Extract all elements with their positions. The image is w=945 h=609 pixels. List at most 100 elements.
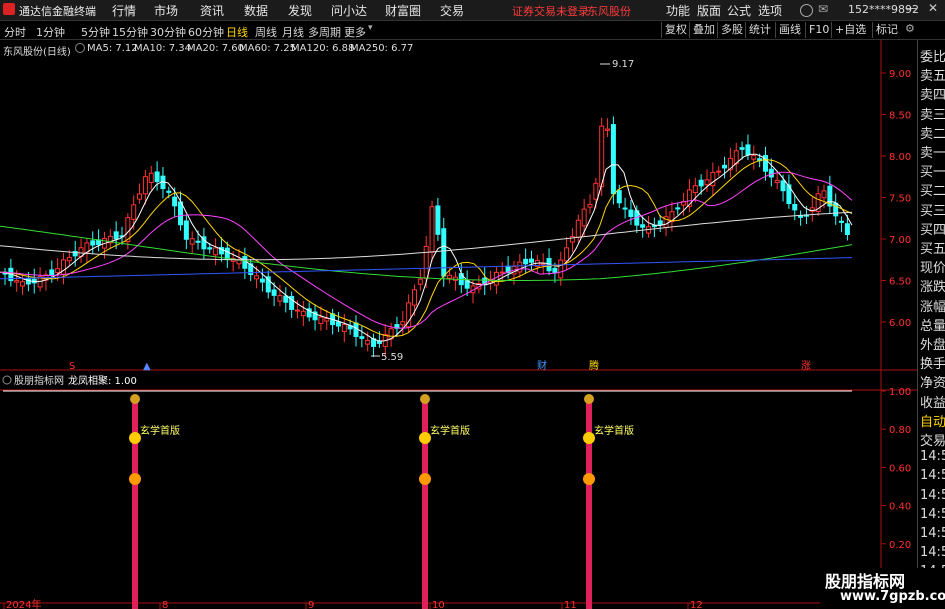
sidebar-item: 14:5 (920, 449, 945, 465)
sidebar-item: 自动 (920, 414, 945, 430)
menu-hangqing[interactable]: 行情 (112, 2, 136, 19)
user-icon[interactable] (800, 4, 813, 17)
candle (558, 259, 564, 279)
minimize-icon[interactable]: — (905, 1, 917, 15)
candle (698, 179, 704, 187)
candle (20, 281, 26, 287)
tab-weekly[interactable]: 周线 (255, 24, 277, 40)
sidebar-item: 收益 (920, 395, 945, 411)
y-tick-label: 6.50 (889, 277, 911, 288)
chevron-down-icon[interactable]: ▾ (368, 23, 373, 33)
tab-fenshi[interactable]: 分时 (4, 24, 26, 40)
candle (792, 204, 798, 211)
sidebar-item: 卖一 (920, 146, 945, 161)
low-label: 5.59 (381, 352, 403, 363)
tab-15min[interactable]: 15分钟 (112, 24, 148, 40)
tab-60min[interactable]: 60分钟 (188, 24, 224, 40)
y-tick-label: 8.00 (889, 152, 911, 163)
sidebar-item: 买一 (920, 165, 945, 181)
mark-button[interactable]: 标记 (872, 22, 901, 38)
menu-wenxiaoda[interactable]: 问小达 (331, 2, 367, 19)
candle (447, 274, 453, 279)
tab-30min[interactable]: 30分钟 (150, 24, 186, 40)
tab-monthly[interactable]: 月线 (282, 24, 304, 40)
tab-1min[interactable]: 1分钟 (36, 24, 65, 40)
mail-icon[interactable]: ✉ (818, 2, 828, 16)
multi-stock-button[interactable]: 多股 (717, 22, 746, 38)
y-tick-label: 7.00 (889, 235, 911, 246)
menu-gongshi[interactable]: 公式 (727, 2, 751, 19)
candle (651, 225, 657, 228)
candle (207, 247, 213, 250)
marker-cai: 财 (537, 359, 547, 372)
candle (295, 309, 300, 312)
candle (178, 201, 183, 226)
menu-caifuquan[interactable]: 财富圈 (385, 2, 421, 19)
tab-multi-period[interactable]: 多周期 (308, 24, 341, 40)
fuquan-button[interactable]: 复权 (661, 22, 690, 38)
marker-triangle-icon: ▲ (143, 361, 151, 372)
candle (675, 207, 681, 210)
marker-zhang: 涨 (801, 360, 811, 372)
marker-s: S (69, 361, 75, 372)
candle (768, 168, 774, 178)
y-tick-label: 7.50 (889, 194, 911, 205)
tab-daily[interactable]: 日线 (226, 24, 248, 40)
menu-zixun[interactable]: 资讯 (200, 2, 224, 19)
candle (628, 209, 634, 217)
sidebar-item: 买三 (920, 203, 945, 219)
candle (271, 289, 277, 296)
candle (564, 247, 570, 262)
tab-5min[interactable]: 5分钟 (81, 24, 110, 40)
candle (844, 223, 850, 235)
menu-banmian[interactable]: 版面 (697, 2, 721, 19)
candle (283, 295, 289, 303)
sidebar-item: 买二 (920, 184, 945, 200)
y-tick-label: 8.50 (889, 111, 911, 122)
signal-bar (422, 397, 428, 609)
draw-line-button[interactable]: 画线 (775, 22, 804, 38)
y-tick-label: 9.00 (889, 69, 911, 80)
menu-faxian[interactable]: 发现 (288, 2, 312, 19)
statistics-button[interactable]: 统计 (745, 22, 774, 38)
login-notice[interactable]: 证券交易未登录 (512, 3, 589, 19)
candle (593, 182, 599, 200)
settings-icon[interactable]: ⚙ (905, 22, 915, 35)
candle (400, 321, 406, 326)
menu-gongneng[interactable]: 功能 (666, 2, 690, 19)
indicator-y-tick-label: 0.80 (889, 425, 911, 436)
signal-bar (132, 397, 138, 609)
candle (780, 180, 786, 192)
y-tick-label: 6.00 (889, 318, 911, 329)
close-icon[interactable]: ✕ (928, 1, 938, 15)
candle (137, 193, 143, 200)
x-tick-label: 11 (564, 600, 577, 609)
candle (148, 172, 154, 183)
add-watchlist-button[interactable]: +自选 (831, 22, 869, 38)
signal-label: 玄学首版 (140, 424, 180, 437)
money-bag-icon (130, 394, 140, 404)
sidebar-item: 14:5 (920, 468, 945, 484)
menu-jiaoyi[interactable]: 交易 (440, 2, 464, 19)
candle (692, 185, 698, 194)
menu-shichang[interactable]: 市场 (154, 2, 178, 19)
overlay-button[interactable]: 叠加 (689, 22, 718, 38)
candle (341, 323, 347, 332)
candle (716, 170, 722, 173)
indicator-settings-icon (2, 375, 12, 385)
candle (605, 128, 611, 131)
f10-button[interactable]: F10 (805, 22, 832, 38)
indicator-y-tick-label: 0.60 (889, 463, 911, 474)
indicator-y-tick-label: 1.00 (889, 387, 911, 398)
kline-chart[interactable]: 玄学首版 玄学首版 玄学首版 9.00 8.50 8.00 7.50 7.00 6.50 6.0… (0, 40, 917, 609)
watermark-url: www.7gpzb.com (840, 589, 945, 604)
sidebar-item: 委比 (920, 50, 945, 65)
tab-more[interactable]: 更多 (344, 24, 366, 40)
chevron-up-icon (129, 473, 141, 485)
candle (166, 190, 172, 193)
menu-shuju[interactable]: 数据 (244, 2, 268, 19)
menu-xuanxiang[interactable]: 选项 (758, 2, 782, 19)
candle (61, 259, 66, 275)
indicator-y-tick-label: 0.20 (889, 540, 911, 551)
candle (774, 179, 780, 184)
